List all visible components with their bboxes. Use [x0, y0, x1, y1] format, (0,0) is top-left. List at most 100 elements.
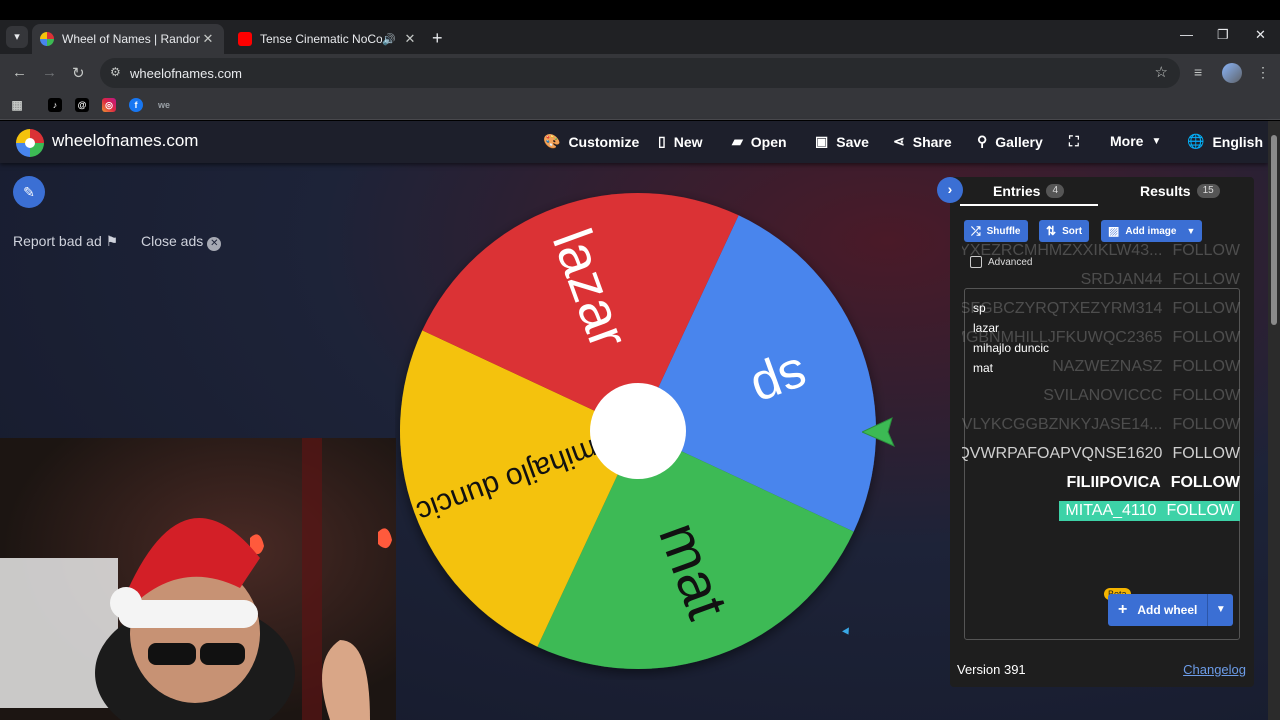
facebook-icon[interactable]: f	[129, 98, 143, 112]
shuffle-label: Shuffle	[986, 225, 1021, 237]
menu-open[interactable]: ▰ Open	[732, 133, 787, 150]
follow-alert: XQVLYKCGGBZNKYJASE14... FOLLOW	[962, 416, 1240, 434]
browser-toolbar: ← → ↻ ⚙ wheelofnames.com ☆ ≡ ⋮	[0, 54, 1280, 92]
audio-playing-icon[interactable]: 🔊	[382, 33, 396, 46]
menu-gallery[interactable]: ⚲ Gallery	[977, 133, 1043, 150]
entries-tab-label: Entries	[993, 183, 1041, 199]
globe-icon: 🌐	[1187, 133, 1205, 149]
image-icon: ▨	[1108, 224, 1120, 238]
menu-label: More	[1110, 133, 1144, 149]
report-bad-ad[interactable]: Report bad ad ⚑	[13, 233, 118, 250]
threads-icon[interactable]: @	[75, 98, 89, 112]
search-icon: ⚲	[977, 133, 988, 149]
follower-name: SVILANOVICCC	[1043, 387, 1163, 404]
follower-name: SRDJAN44	[1080, 271, 1163, 288]
apps-grid-icon[interactable]: ▦	[10, 98, 24, 112]
streamer-webcam	[0, 438, 396, 720]
follower-name: RYXEZRCMHMZXXIKLW43...	[962, 242, 1163, 259]
collapse-panel-button[interactable]: ›	[937, 177, 963, 203]
follow-label: FOLLOW	[1172, 416, 1240, 433]
menu-customize[interactable]: 🎨 Customize	[543, 133, 639, 150]
menu-more[interactable]: More ▼	[1110, 133, 1161, 149]
restore-icon[interactable]: ❐	[1217, 27, 1229, 43]
tab-title: Tense Cinematic NoCopyrig	[260, 32, 383, 46]
shuffle-button[interactable]: ⤮ Shuffle	[964, 220, 1028, 242]
tiktok-icon[interactable]: ♪	[48, 98, 62, 112]
edit-pencil-button[interactable]: ✎	[13, 176, 45, 208]
sort-button[interactable]: ⇅ Sort	[1039, 220, 1090, 242]
add-wheel-button[interactable]: + Add wheel	[1108, 594, 1208, 626]
site-logo-icon[interactable]	[16, 129, 44, 157]
follow-alert: FILIIPOVICA FOLLOW	[1066, 474, 1240, 492]
follow-alert: NAZWEZNASZ FOLLOW	[1052, 358, 1240, 376]
follow-label: FOLLOW	[1172, 329, 1240, 346]
add-wheel-dropdown[interactable]: ▼	[1207, 594, 1234, 626]
minimize-icon[interactable]: —	[1180, 27, 1193, 42]
follow-label: FOLLOW	[1172, 242, 1240, 259]
add-wheel-label: Add wheel	[1137, 603, 1198, 617]
tab-search-button[interactable]: ▾	[6, 26, 28, 48]
tab-entries[interactable]: Entries 4	[993, 183, 1065, 199]
fullscreen-button[interactable]: ⛶	[1069, 133, 1087, 150]
add-image-button[interactable]: ▨ Add image ▼	[1101, 220, 1203, 242]
site-name[interactable]: wheelofnames.com	[52, 131, 198, 151]
site-info-icon[interactable]: ⚙	[110, 65, 121, 79]
active-tab-indicator	[960, 204, 1098, 206]
media-control-icon[interactable]: ≡	[1194, 64, 1202, 80]
follower-name: NAZWEZNASZ	[1052, 358, 1163, 375]
sort-label: Sort	[1062, 225, 1083, 237]
close-tab-icon[interactable]: ✕	[200, 31, 216, 47]
profile-avatar[interactable]	[1222, 63, 1242, 83]
menu-label: Gallery	[995, 133, 1043, 150]
follow-alert: SRDJAN44 FOLLOW	[1081, 271, 1240, 289]
address-bar[interactable]: ⚙ wheelofnames.com ☆	[100, 58, 1180, 88]
bookmarks-bar: ▦ ♪ @ ◎ f we	[0, 92, 1280, 120]
follow-alert: RYXEZRCMHMZXXIKLW43... FOLLOW	[962, 242, 1240, 260]
browser-menu-icon[interactable]: ⋮	[1256, 64, 1270, 81]
youtube-favicon-icon	[238, 32, 252, 46]
menu-share[interactable]: ⋖ Share	[893, 133, 952, 150]
palette-icon: 🎨	[543, 133, 561, 149]
tab-wheel-of-names[interactable]: Wheel of Names | Random nam ✕	[32, 24, 224, 54]
follow-label: FOLLOW	[1172, 271, 1240, 288]
fullscreen-icon: ⛶	[1069, 133, 1079, 149]
shuffle-icon: ⤮	[971, 223, 981, 238]
menu-save[interactable]: ▣ Save	[815, 133, 869, 150]
menu-label: English	[1212, 133, 1263, 150]
follow-label: FOLLOW	[1172, 358, 1240, 375]
close-ads[interactable]: Close ads ✕	[141, 233, 222, 251]
back-icon[interactable]: ←	[12, 64, 27, 81]
url-text: wheelofnames.com	[130, 65, 242, 81]
wheel-center[interactable]	[590, 383, 686, 479]
name-wheel[interactable]: sp mat mihajlo duncic lazar	[395, 190, 885, 680]
follow-label: FOLLOW	[1172, 300, 1240, 317]
results-tab-label: Results	[1140, 183, 1191, 199]
forward-icon[interactable]: →	[42, 64, 57, 81]
follow-label: FOLLOW	[1172, 445, 1240, 462]
menu-new[interactable]: ▯ New	[658, 133, 703, 150]
close-window-icon[interactable]: ✕	[1255, 27, 1266, 43]
add-image-label: Add image	[1125, 225, 1177, 237]
close-tab-icon[interactable]: ✕	[402, 31, 418, 47]
follow-alert: SFGBCZYRQTXEZYRM314 FOLLOW	[962, 300, 1240, 318]
instagram-icon[interactable]: ◎	[102, 98, 116, 112]
menu-label: Customize	[568, 133, 640, 150]
tab-results[interactable]: Results 15	[1140, 183, 1220, 199]
changelog-link[interactable]: Changelog	[1183, 662, 1246, 677]
bookmark-star-icon[interactable]: ☆	[1155, 63, 1168, 81]
tab-youtube[interactable]: Tense Cinematic NoCopyrig 🔊 ✕	[230, 24, 426, 54]
menu-language[interactable]: 🌐 English	[1187, 133, 1263, 150]
follow-alert: MGBNMHILLJFKUWQC2365 FOLLOW	[962, 329, 1240, 347]
add-wheel-group: + Add wheel ▼	[1108, 594, 1234, 626]
folder-icon: ▰	[732, 133, 743, 149]
reload-icon[interactable]: ↻	[72, 64, 85, 82]
scrollbar-thumb[interactable]	[1271, 135, 1277, 325]
follower-name: FILIIPOVICA	[1066, 474, 1161, 491]
follow-label: FOLLOW	[1166, 502, 1234, 519]
page-scrollbar[interactable]	[1268, 121, 1280, 720]
new-tab-button[interactable]: +	[432, 28, 443, 49]
menu-label: Open	[750, 133, 787, 150]
follow-label: FOLLOW	[1172, 387, 1240, 404]
follower-name: MITAA_4110	[1065, 502, 1157, 519]
bookmark-we[interactable]: we	[154, 98, 174, 112]
